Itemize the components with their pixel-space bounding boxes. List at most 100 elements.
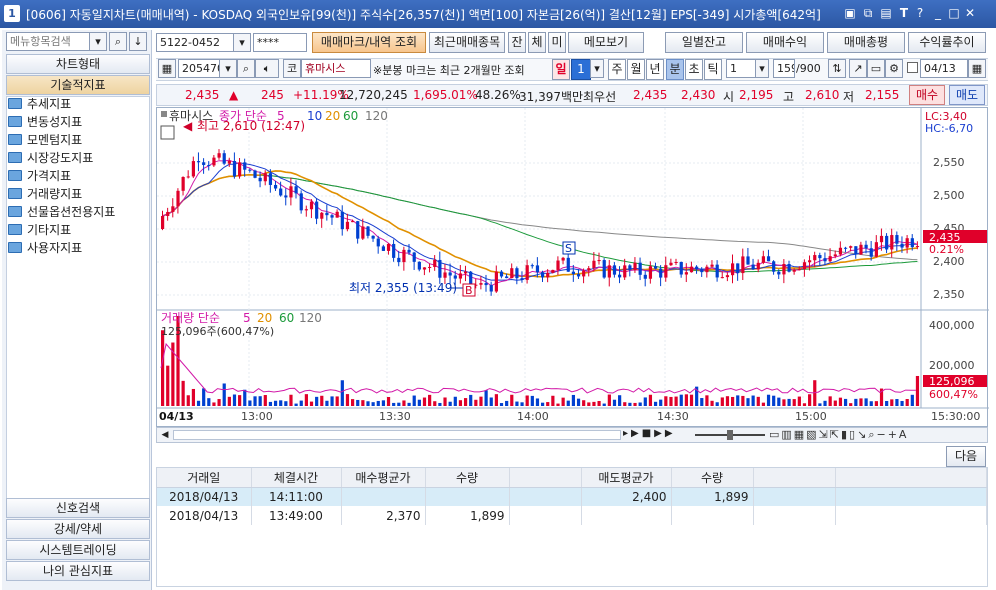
tree-item-user[interactable]: 사용자지표 xyxy=(8,239,82,257)
technical-indicator-header[interactable]: 기술적지표 xyxy=(6,75,150,95)
volume-bar xyxy=(828,396,832,406)
period-week-tab[interactable]: 주 xyxy=(608,59,626,80)
memo-view-button[interactable]: 메모보기 xyxy=(568,32,644,53)
code-dropdown-icon[interactable]: ▾ xyxy=(219,59,237,78)
unfilled-button[interactable]: 미 xyxy=(548,32,566,53)
tree-item-trend[interactable]: 추세지표 xyxy=(8,95,71,113)
trade-review-button[interactable]: 매매총평 xyxy=(827,32,905,53)
day-count-dropdown-icon[interactable]: ▾ xyxy=(590,59,604,78)
volume-legend-label[interactable]: 거래량 단순 xyxy=(161,311,220,325)
table-row[interactable]: 2018/04/13 13:49:00 2,370 1,899 xyxy=(157,506,987,525)
candle-body xyxy=(566,257,570,272)
sell-button[interactable]: 매도 xyxy=(949,85,985,105)
interval-dropdown-icon[interactable]: ▾ xyxy=(755,59,769,78)
balance-button[interactable]: 잔 xyxy=(508,32,526,53)
volume-bar xyxy=(181,380,185,406)
period-month-tab[interactable]: 월 xyxy=(627,59,645,80)
scroll-left-icon[interactable]: ◀ xyxy=(159,429,171,441)
vol-ma20-legend: 20 xyxy=(257,311,272,325)
tree-item-volatility[interactable]: 변동성지표 xyxy=(8,113,82,131)
candle-chart-svg[interactable]: 휴마시스 종가 단순 5 10 20 60 120 ◀ 최고 2,610 (12… xyxy=(157,108,989,428)
tree-item-volume[interactable]: 거래량지표 xyxy=(8,185,82,203)
period-tick-tab[interactable]: 틱 xyxy=(704,59,722,80)
calendar-icon[interactable]: ▦ xyxy=(158,59,176,78)
drawing-tools[interactable]: ▭▥▦▧⇲⇱▮▯↘⌕−+A xyxy=(769,428,908,442)
close-icon[interactable]: ✕ xyxy=(962,5,978,21)
playback-controls[interactable]: ▸▶■▶▶ xyxy=(623,428,676,439)
period-year-tab[interactable]: 년 xyxy=(646,59,664,80)
interval-select[interactable]: 1 xyxy=(726,59,756,78)
system-trading-button[interactable]: 시스템트레이딩 xyxy=(6,540,150,560)
recent-trade-stock-button[interactable]: 최근매매종목 xyxy=(429,32,505,53)
account-select[interactable]: 5122-0452 xyxy=(156,33,234,52)
period-day-count[interactable]: 1 xyxy=(571,59,591,80)
tree-item-futures-options[interactable]: 선물옵션전용지표 xyxy=(8,203,115,221)
volume-bar xyxy=(535,398,540,406)
return-trend-button[interactable]: 수익률추이 xyxy=(908,32,986,53)
stock-search-icon[interactable]: ⌕ xyxy=(237,59,255,78)
pin-icon[interactable]: ⧉ xyxy=(860,5,876,21)
restore-icon[interactable]: ▣ xyxy=(842,5,858,21)
maximize-icon[interactable]: □ xyxy=(946,5,962,21)
tile-icon[interactable]: ▤ xyxy=(878,5,894,21)
stock-name-field[interactable]: 휴마시스 xyxy=(301,59,371,78)
daily-balance-button[interactable]: 일별잔고 xyxy=(665,32,743,53)
date-input[interactable]: 04/13 xyxy=(920,59,968,78)
speaker-icon[interactable]: 🔈︎ xyxy=(255,59,279,78)
line-tool-icon[interactable]: ↗ xyxy=(849,59,867,78)
tree-item-market-strength[interactable]: 시장강도지표 xyxy=(8,149,93,167)
next-page-button[interactable]: 다음 xyxy=(946,446,986,467)
col-buy-qty[interactable]: 수량 xyxy=(425,468,510,488)
table-row[interactable]: 2018/04/13 14:11:00 2,400 1,899 xyxy=(157,487,987,506)
menu-search-input[interactable]: 메뉴항목검색 xyxy=(6,32,90,51)
strong-weak-button[interactable]: 강세/약세 xyxy=(6,519,150,539)
tree-item-other[interactable]: 기타지표 xyxy=(8,221,71,239)
minimize-icon[interactable]: _ xyxy=(930,5,946,21)
zoom-slider-handle[interactable] xyxy=(727,430,733,440)
volume-bar xyxy=(505,400,509,406)
col-buy-avg[interactable]: 매수평균가 xyxy=(341,468,426,488)
volume-bar xyxy=(325,400,329,406)
date-picker-icon[interactable]: ▦ xyxy=(968,59,986,78)
stock-code-input[interactable]: 205470 xyxy=(178,59,220,78)
tree-item-momentum[interactable]: 모멘텀지표 xyxy=(8,131,82,149)
save-icon[interactable]: ▭ xyxy=(867,59,885,78)
help-icon[interactable]: ? xyxy=(912,5,928,21)
signal-search-button[interactable]: 신호검색 xyxy=(6,498,150,518)
tree-item-price[interactable]: 가격지표 xyxy=(8,167,71,185)
col-blank-2 xyxy=(753,468,836,488)
period-second-tab[interactable]: 초 xyxy=(685,59,703,80)
trade-mark-query-button[interactable]: 매매마크/내역 조회 xyxy=(312,32,426,53)
candle-body xyxy=(684,272,688,275)
dropdown-arrow-icon[interactable]: ▾ xyxy=(89,32,107,51)
account-dropdown-icon[interactable]: ▾ xyxy=(233,33,251,52)
col-trade-date[interactable]: 거래일 xyxy=(157,468,252,488)
search-icon[interactable]: ⌕ xyxy=(109,32,127,51)
price-chart-panel[interactable]: 휴마시스 종가 단순 5 10 20 60 120 ◀ 최고 2,610 (12… xyxy=(156,107,989,428)
date-checkbox[interactable] xyxy=(907,62,918,73)
trade-profit-button[interactable]: 매매수익 xyxy=(746,32,824,53)
col-sell-avg[interactable]: 매도평균가 xyxy=(581,468,672,488)
candle-count-input[interactable]: 159 xyxy=(773,59,795,78)
chart-scrollbar[interactable] xyxy=(173,430,621,440)
col-exec-time[interactable]: 체결시간 xyxy=(251,468,342,488)
folder-icon xyxy=(8,206,22,217)
font-icon[interactable]: T xyxy=(896,5,912,21)
volume-bar xyxy=(499,403,504,406)
candle-settings-icon[interactable]: ⇅ xyxy=(828,59,846,78)
volume-bar xyxy=(761,402,766,406)
download-icon[interactable]: ↓ xyxy=(129,32,147,51)
chart-table-icon[interactable] xyxy=(160,125,175,140)
volume-bar xyxy=(869,401,873,406)
period-minute-tab[interactable]: 분 xyxy=(666,59,684,80)
settings-icon[interactable]: ⚙ xyxy=(885,59,903,78)
period-day-tab[interactable]: 일 xyxy=(552,59,570,80)
password-field[interactable]: **** xyxy=(253,33,307,52)
filled-button[interactable]: 체 xyxy=(528,32,546,53)
chart-type-header[interactable]: 차트형태 xyxy=(6,54,150,74)
cell-blank xyxy=(753,487,836,506)
buy-button[interactable]: 매수 xyxy=(909,85,945,105)
folder-icon xyxy=(8,188,22,199)
my-indicator-button[interactable]: 나의 관심지표 xyxy=(6,561,150,581)
col-sell-qty[interactable]: 수량 xyxy=(671,468,754,488)
